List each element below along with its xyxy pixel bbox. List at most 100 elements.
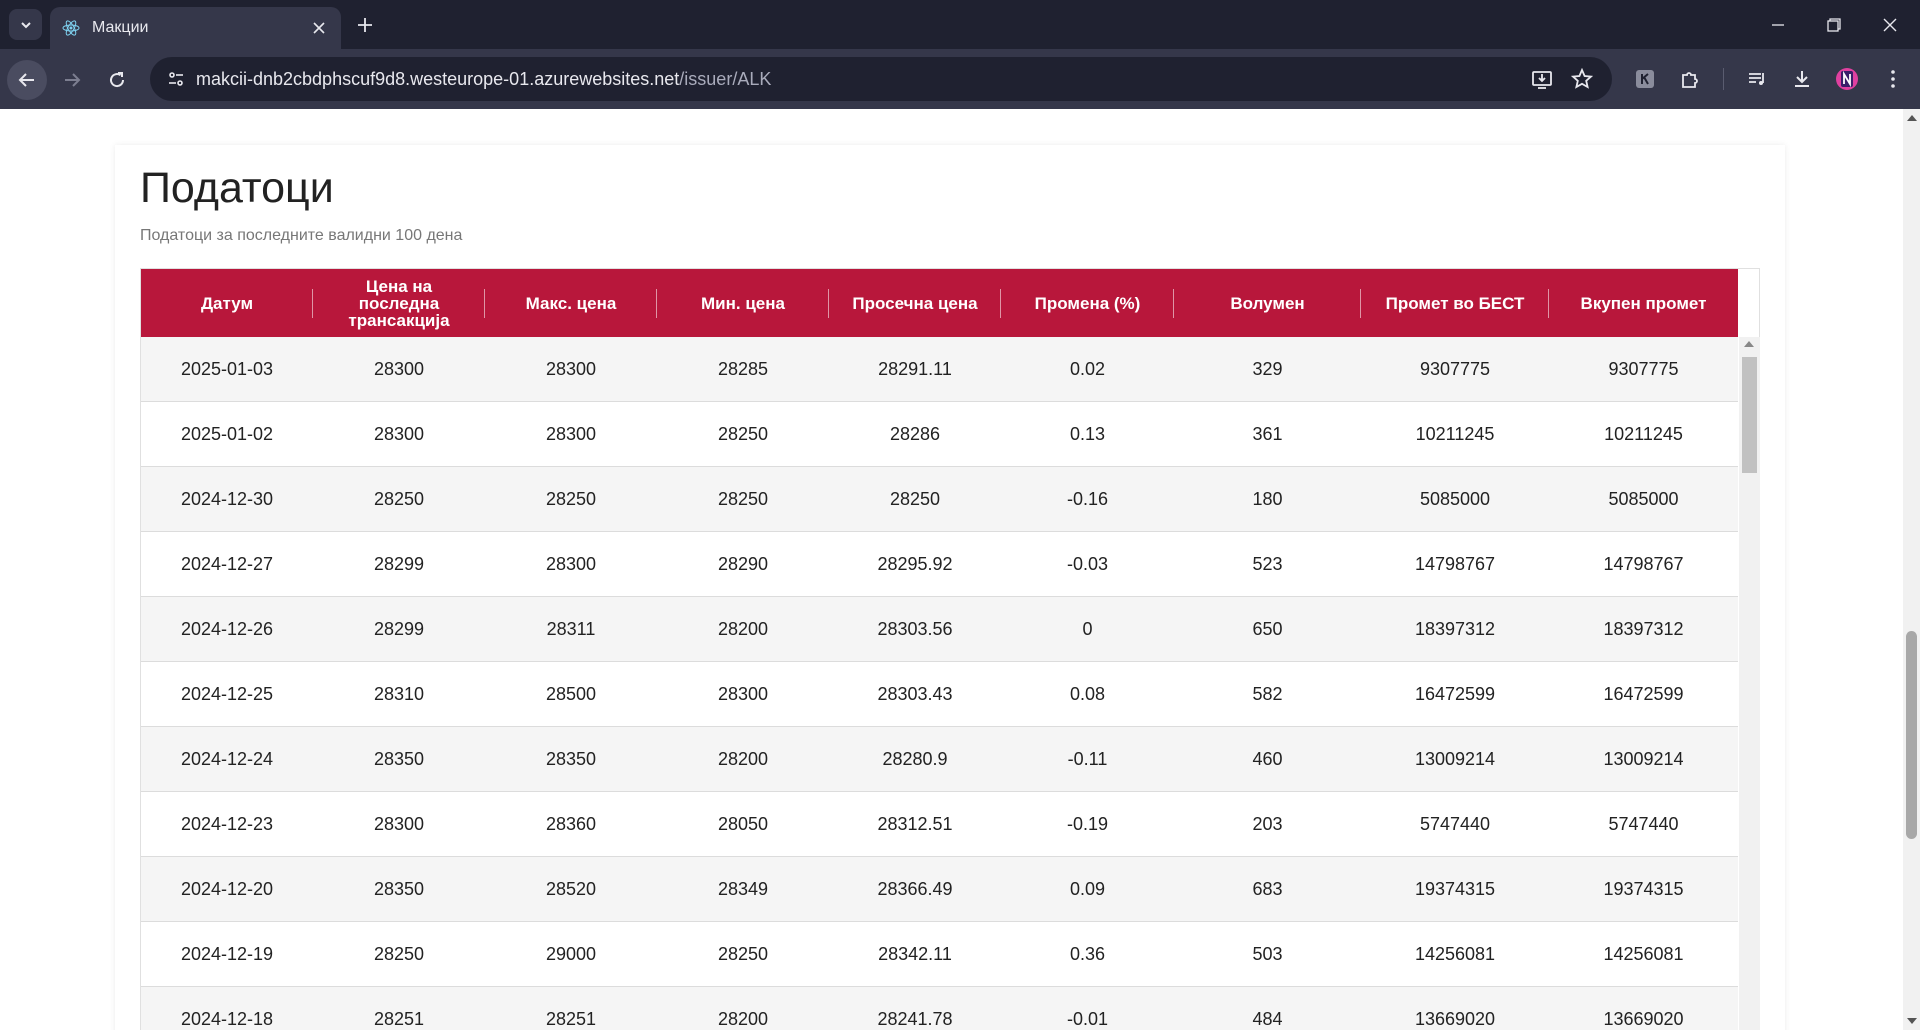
column-header-max-price[interactable]: Макс. цена: [485, 269, 657, 337]
back-button[interactable]: [7, 60, 47, 100]
address-bar[interactable]: makcii-dnb2cbdphscuf9d8.westeurope-01.az…: [150, 57, 1612, 101]
table-cell: 484: [1252, 1008, 1283, 1029]
media-queue-icon: [1749, 73, 1764, 85]
reload-button[interactable]: [97, 60, 137, 100]
bookmark-button[interactable]: [1566, 63, 1598, 95]
downloads-button[interactable]: [1786, 63, 1818, 95]
minimize-button[interactable]: [1750, 0, 1806, 49]
data-table: Датум Цена на последна трансакција Макс.…: [140, 268, 1760, 1030]
arrow-right-icon: [65, 73, 81, 87]
active-tab[interactable]: Макции: [50, 7, 341, 49]
table-cell: 13009214: [1603, 748, 1684, 769]
table-cell: 13669020: [1603, 1008, 1684, 1029]
column-header-min-price[interactable]: Мин. цена: [657, 269, 829, 337]
table-cell: 28250: [717, 423, 769, 444]
table-cell: 28349: [717, 878, 769, 899]
table-scrollbar[interactable]: [1739, 337, 1760, 1030]
extension-button[interactable]: [1629, 63, 1661, 95]
table-cell: -0.11: [1067, 748, 1108, 769]
forward-button[interactable]: [52, 60, 92, 100]
table-cell: 2024-12-27: [180, 553, 274, 574]
table-row: 2024-12-30 28250 28250 28250 28250 -0.16 180 50…: [141, 467, 1738, 532]
close-window-button[interactable]: [1862, 0, 1918, 49]
table-cell: 0.02: [1069, 358, 1106, 379]
table-cell: 203: [1252, 813, 1283, 834]
table-cell: 10211245: [1604, 423, 1683, 444]
table-cell: 28299: [373, 618, 425, 639]
site-info-icon[interactable]: [156, 59, 196, 99]
table-cell: 28200: [717, 748, 769, 769]
column-header-avg-price[interactable]: Просечна цена: [829, 269, 1001, 337]
table-cell: 28312.51: [877, 813, 953, 834]
restore-icon: [1827, 17, 1841, 32]
react-icon: [62, 19, 80, 37]
table-cell: 19374315: [1603, 878, 1684, 899]
profile-button[interactable]: [1831, 63, 1863, 95]
table-cell: 16472599: [1603, 683, 1684, 704]
table-cell: 2024-12-26: [180, 618, 274, 639]
column-header-best-turnover[interactable]: Промет во БЕСТ: [1361, 269, 1549, 337]
table-cell: -0.01: [1066, 1008, 1109, 1029]
table-cell: 13009214: [1414, 748, 1496, 769]
page-scrollbar-thumb[interactable]: [1906, 631, 1917, 839]
table-cell: 329: [1252, 358, 1283, 379]
table-cell: 16472599: [1414, 683, 1496, 704]
table-cell: 28350: [373, 748, 425, 769]
table-cell: -0.03: [1066, 553, 1109, 574]
tab-search-button[interactable]: [9, 9, 42, 40]
table-row: 2024-12-24 28350 28350 28200 28280.9 -0.11 460…: [141, 727, 1738, 792]
page-subtitle: Податоци за последните валидни 100 дена: [140, 227, 463, 244]
column-header-total-turnover[interactable]: Вкупен промет: [1549, 269, 1738, 337]
table-cell: -0.19: [1066, 813, 1109, 834]
table-cell: 28250: [889, 488, 941, 509]
column-header-change[interactable]: Промена (%): [1001, 269, 1174, 337]
table-cell: 28291.11: [878, 358, 952, 379]
column-header-last-price[interactable]: Цена на последна трансакција: [313, 269, 485, 337]
table-cell: 180: [1252, 488, 1283, 509]
table-cell: 2024-12-24: [180, 748, 274, 769]
table-cell: 28251: [373, 1008, 425, 1029]
table-cell: 2025-01-03: [180, 358, 274, 379]
table-cell: 5747440: [1419, 813, 1491, 834]
extension-badge-icon: [1636, 70, 1654, 88]
table-cell: 28300: [373, 813, 425, 834]
table-cell: 28250: [373, 943, 425, 964]
table-cell: 28250: [717, 488, 769, 509]
scroll-down-arrow-icon[interactable]: [1907, 1018, 1917, 1024]
browser-menu-button[interactable]: [1877, 63, 1909, 95]
table-cell: 28286: [889, 423, 941, 444]
chevron-down-icon: [20, 21, 31, 28]
table-cell: 28290: [717, 553, 769, 574]
table-cell: 28050: [717, 813, 769, 834]
extensions-menu-button[interactable]: [1674, 63, 1706, 95]
table-cell: 28311: [546, 618, 596, 639]
table-cell: 361: [1252, 423, 1283, 444]
restore-button[interactable]: [1806, 0, 1862, 49]
table-cell: 0.36: [1069, 943, 1106, 964]
close-tab-icon[interactable]: [309, 18, 329, 38]
scroll-up-arrow-icon[interactable]: [1907, 115, 1917, 121]
table-row: 2024-12-23 28300 28360 28050 28312.51 -0.19 20…: [141, 792, 1738, 857]
new-tab-button[interactable]: [352, 12, 378, 38]
table-cell: 28241.78: [877, 1008, 953, 1029]
avatar: [1836, 68, 1858, 90]
media-control-button[interactable]: [1741, 63, 1773, 95]
table-cell: 28300: [545, 358, 597, 379]
table-cell: 2024-12-23: [180, 813, 274, 834]
table-cell: 28366.49: [877, 878, 953, 899]
table-row: 2024-12-25 28310 28500 28300 28303.43 0.08 582…: [141, 662, 1738, 727]
column-header-date[interactable]: Датум: [141, 269, 313, 337]
table-cell: 2025-01-02: [180, 423, 274, 444]
table-cell: 2024-12-25: [180, 683, 274, 704]
table-cell: 18397312: [1603, 618, 1684, 639]
table-cell: 0.13: [1069, 423, 1106, 444]
install-app-button[interactable]: [1526, 63, 1558, 95]
column-header-volume[interactable]: Волумен: [1174, 269, 1361, 337]
table-cell: 28299: [373, 553, 425, 574]
page-scrollbar[interactable]: [1903, 109, 1920, 1030]
reload-icon: [110, 72, 125, 88]
table-scrollbar-thumb[interactable]: [1742, 357, 1757, 473]
url-path: /issuer/ALK: [679, 68, 772, 89]
scroll-up-arrow-icon[interactable]: [1744, 341, 1754, 347]
table-cell: 0: [1082, 618, 1093, 639]
